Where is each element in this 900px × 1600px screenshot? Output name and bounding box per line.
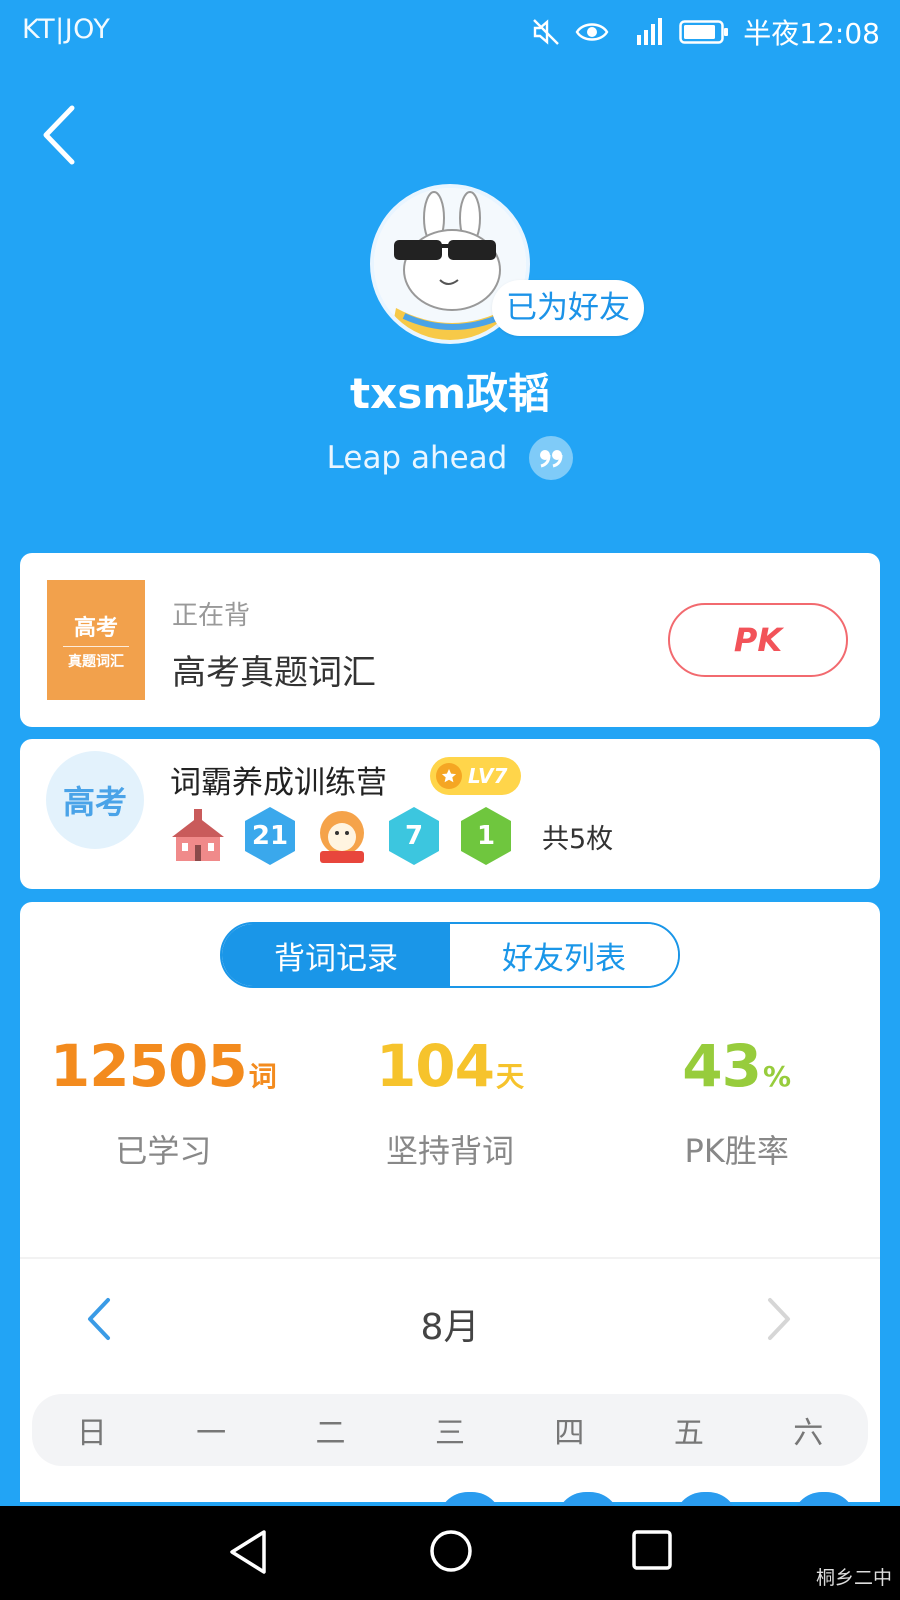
book-cover-subtitle: 真题词汇 xyxy=(68,653,124,670)
book-cover-divider xyxy=(63,645,129,647)
friend-status-badge: 已为好友 xyxy=(492,280,644,336)
hexagon-medal-green-icon[interactable]: 1 xyxy=(458,805,514,867)
username: txsm政韬 xyxy=(350,369,550,418)
stats-card: 背词记录 好友列表 12505词 已学习 104天 坚持背词 43% PK胜率 … xyxy=(20,902,880,1522)
stat-label: 坚持背词 xyxy=(386,1132,515,1170)
weekday-fri: 五 xyxy=(673,1416,704,1451)
watermark: 桐乡二中 xyxy=(815,1567,892,1589)
weekday-sun: 日 xyxy=(76,1416,107,1451)
clock: 半夜12:08 xyxy=(743,17,880,50)
medal-value: 1 xyxy=(476,821,496,851)
camp-logo: 高考 xyxy=(46,751,144,849)
medal-total: 共5枚 xyxy=(542,823,614,855)
weekday-wed: 三 xyxy=(434,1416,465,1451)
star-icon xyxy=(436,763,462,789)
stat-days-streak: 104天 坚持背词 xyxy=(307,1032,594,1172)
back-button[interactable] xyxy=(34,100,94,170)
status-bar: KT|JOY 半夜12:08 xyxy=(0,0,900,60)
level-text: LV7 xyxy=(468,764,508,788)
stat-unit: % xyxy=(763,1060,792,1093)
current-book-title: 高考真题词汇 xyxy=(172,653,376,693)
stat-value: 12505 xyxy=(49,1032,248,1100)
hexagon-medal-blue-icon[interactable]: 21 xyxy=(242,805,298,867)
training-camp-card[interactable]: 高考 词霸养成训练营 LV7 21 7 1 共5枚 xyxy=(20,739,880,889)
weekday-header: 日 一 二 三 四 五 六 xyxy=(32,1394,868,1466)
hexagon-medal-cyan-icon[interactable]: 7 xyxy=(386,805,442,867)
month-navigator: 8月 xyxy=(20,1282,880,1362)
current-book-card[interactable]: 高考 真题词汇 正在背 高考真题词汇 PK xyxy=(20,553,880,727)
eye-comfort-icon xyxy=(575,23,609,41)
medal-value: 21 xyxy=(251,821,289,851)
pk-button[interactable]: PK xyxy=(668,603,848,677)
stat-unit: 天 xyxy=(496,1060,525,1093)
weekday-tue: 二 xyxy=(315,1416,346,1451)
stat-label: PK胜率 xyxy=(684,1132,789,1170)
stat-value: 43 xyxy=(682,1032,762,1100)
stats-row: 12505词 已学习 104天 坚持背词 43% PK胜率 xyxy=(20,1032,880,1172)
stat-unit: 词 xyxy=(248,1060,277,1093)
circle-home-icon xyxy=(430,1530,472,1572)
system-nav-bar: 桐乡二中 xyxy=(0,1506,900,1600)
stat-label: 已学习 xyxy=(115,1132,212,1170)
tab-friend-list[interactable]: 好友列表 xyxy=(450,924,678,986)
book-cover-title: 高考 xyxy=(73,615,118,641)
medal-value: 7 xyxy=(404,821,424,851)
weekday-thu: 四 xyxy=(554,1416,585,1451)
nav-back-button[interactable] xyxy=(226,1528,270,1580)
school-building-icon[interactable] xyxy=(170,805,226,867)
record-tabs: 背词记录 好友列表 xyxy=(220,922,680,988)
shiba-dog-medal-icon[interactable] xyxy=(314,805,370,867)
chevron-right-icon xyxy=(768,1298,790,1340)
quote-icon[interactable] xyxy=(529,436,574,480)
weekday-mon: 一 xyxy=(196,1416,227,1451)
profile-avatar-area: 已为好友 xyxy=(370,184,644,344)
nav-home-button[interactable] xyxy=(428,1528,474,1578)
tab-word-record[interactable]: 背词记录 xyxy=(222,924,450,986)
level-badge: LV7 xyxy=(430,757,522,795)
medal-list[interactable]: 21 7 1 共5枚 xyxy=(170,805,613,867)
next-month-button[interactable] xyxy=(758,1294,798,1348)
stat-value: 104 xyxy=(375,1032,495,1100)
divider xyxy=(20,1257,880,1259)
mute-icon xyxy=(533,19,560,45)
motto-text: Leap ahead xyxy=(326,440,508,476)
camp-title: 词霸养成训练营 xyxy=(170,765,387,801)
stat-pk-win-rate: 43% PK胜率 xyxy=(593,1032,880,1172)
square-recents-icon xyxy=(632,1530,672,1570)
month-label: 8月 xyxy=(420,1307,480,1348)
carrier-name: KT|JOY xyxy=(22,14,111,45)
motto-row: Leap ahead xyxy=(0,436,900,480)
battery-icon xyxy=(679,20,729,44)
book-cover[interactable]: 高考 真题词汇 xyxy=(47,580,145,700)
nav-recents-button[interactable] xyxy=(630,1528,674,1576)
status-icons: 半夜12:08 xyxy=(531,12,880,52)
signal-icon xyxy=(637,18,663,45)
chevron-left-icon xyxy=(43,105,75,165)
triangle-back-icon xyxy=(230,1530,266,1574)
weekday-sat: 六 xyxy=(793,1416,824,1451)
stat-words-learned: 12505词 已学习 xyxy=(20,1032,307,1172)
current-book-label: 正在背 xyxy=(172,601,251,631)
